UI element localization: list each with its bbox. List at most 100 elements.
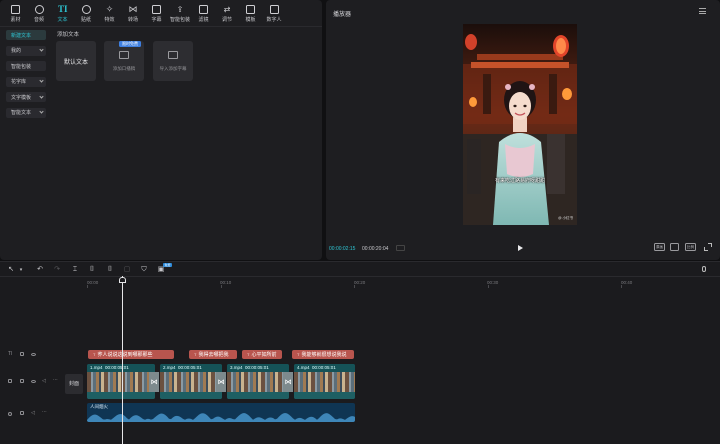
audio-clip[interactable]: 人间烟火 (87, 403, 355, 422)
transition-icon[interactable]: ⋈ (283, 372, 293, 392)
split-left-icon[interactable]: ⌷ (88, 266, 96, 274)
category-text-template[interactable]: 文字模板 (6, 92, 46, 102)
tab-text[interactable]: TI 文本 (51, 3, 74, 25)
delete-icon[interactable]: ▢ (123, 266, 131, 274)
tab-sticker[interactable]: 贴纸 (75, 3, 98, 25)
current-time: 00:00:02:15 (329, 246, 356, 252)
microphone-icon[interactable] (702, 266, 706, 272)
default-text-card[interactable]: 默认文本 (56, 41, 96, 81)
tab-effects[interactable]: ✧ 特效 (98, 3, 121, 25)
clip-duration: 00:00:05:01 (105, 365, 129, 370)
clip-thumbnails (160, 372, 222, 392)
tab-transition[interactable]: ⋈ 转场 (122, 3, 145, 25)
play-button[interactable] (518, 245, 523, 251)
video-clip[interactable]: 3.mp4 00:00:05:01 (227, 364, 289, 399)
folder-icon (168, 51, 178, 59)
script-template-card[interactable]: 添加口播稿 (104, 41, 144, 81)
cover-button[interactable]: 封面 (65, 374, 83, 394)
tab-audio[interactable]: 音频 (28, 3, 51, 25)
video-caption: 有来吃过路易府呀甜甜 (494, 178, 545, 184)
chevron-down-icon[interactable]: ▾ (17, 266, 25, 274)
import-subtitle-card[interactable]: 导入添加字幕 (153, 41, 193, 81)
text-clip[interactable]: 我能够就很想说我说 (292, 350, 354, 359)
document-icon (119, 51, 129, 59)
playhead[interactable] (122, 276, 123, 444)
total-duration: 00:00:20:04 (362, 246, 389, 252)
sticker-icon (81, 5, 91, 14)
shield-icon[interactable]: ⛉ (140, 266, 148, 274)
time-ruler[interactable]: 00:00 00:10 00:20 00:30 00:40 (87, 277, 720, 289)
video-track-icon (8, 379, 12, 383)
select-tool-icon[interactable]: ↖ (7, 266, 15, 274)
tab-digital-human[interactable]: 数字人 (263, 3, 286, 25)
tab-filter[interactable]: 滤镜 (192, 3, 215, 25)
tab-smart-pack[interactable]: ⇪ 智能包装 (169, 3, 192, 25)
video-clip[interactable]: 4.mp4 00:00:05:01 (294, 364, 355, 399)
video-track: 1.mp4 00:00:05:01 ⋈ 2.mp4 00:00:05:01 ⋈ … (87, 364, 355, 399)
text-clip[interactable]: 荞人说说这说到哪那那些 (88, 350, 174, 359)
chevron-down-icon (39, 78, 44, 83)
category-mine[interactable]: 我的 (6, 45, 46, 56)
ruler-label: 00:00 (87, 280, 99, 285)
video-preview[interactable]: 有来吃过路易府呀甜甜 @ 小红书 (463, 24, 577, 225)
section-title: 添加文本 (57, 32, 80, 38)
audio-label: 人间烟火 (90, 404, 108, 409)
text-clip[interactable]: 我得去哪把我 (189, 350, 237, 359)
clip-thumbnails (227, 372, 289, 392)
undo-icon[interactable]: ↶ (36, 266, 44, 274)
split-icon[interactable]: ⌶ (71, 266, 79, 274)
player-title: 播放器 (333, 12, 352, 18)
lock-icon[interactable] (20, 411, 24, 415)
focus-icon[interactable] (670, 243, 679, 251)
more-icon[interactable]: ⋯ (42, 409, 47, 415)
filter-icon (199, 5, 208, 14)
tab-media[interactable]: 素材 (4, 3, 27, 25)
menu-icon[interactable] (699, 8, 706, 14)
category-fancy-text[interactable]: 花字库 (6, 76, 46, 87)
clip-name: 1.mp4 (90, 365, 103, 370)
smart-tool-icon[interactable]: ▣ (157, 266, 165, 274)
transition-icon[interactable]: ⋈ (149, 372, 159, 392)
ratio-button[interactable]: 比例 (685, 243, 696, 251)
clip-name: 4.mp4 (297, 365, 310, 370)
template-icon (246, 5, 255, 14)
more-icon[interactable]: ⋯ (53, 377, 58, 383)
category-new-text[interactable]: 新建文本 (6, 30, 46, 40)
ruler-label: 00:10 (220, 280, 232, 285)
mute-icon[interactable]: ◁ (31, 410, 35, 416)
playhead-handle[interactable] (119, 277, 126, 283)
timecode-toggle[interactable] (396, 245, 405, 251)
split-right-icon[interactable]: ⌷ (106, 266, 114, 274)
text-categories: 新建文本 我的 智能包装 花字库 文字模板 智能文本 (6, 30, 46, 123)
player-panel: 播放器 有来吃过路易府呀甜甜 @ 小红书 00:00:02:15 00:00:2… (326, 0, 720, 260)
materials-panel: 素材 音频 TI 文本 贴纸 ✧ 特效 ⋈ 转场 字幕 ⇪ 智能包装 滤镜 ⇄ … (0, 0, 322, 260)
lock-icon[interactable] (20, 352, 24, 356)
tab-template[interactable]: 模板 (239, 3, 262, 25)
mute-icon[interactable]: ◁ (42, 378, 46, 384)
clip-duration: 00:00:05:01 (312, 365, 336, 370)
category-smart-pack[interactable]: 智能包装 (6, 61, 46, 71)
digital-human-icon (269, 5, 279, 14)
default-text-label: 默认文本 (63, 59, 88, 66)
video-clip[interactable]: 1.mp4 00:00:05:01 (87, 364, 155, 399)
transition-icon: ⋈ (128, 4, 138, 14)
category-smart-text[interactable]: 智能文本 (6, 107, 46, 118)
lock-icon[interactable] (20, 379, 24, 383)
ruler-label: 00:40 (621, 280, 633, 285)
text-clip[interactable]: 心平如所前 (242, 350, 282, 359)
redo-icon[interactable]: ↷ (53, 266, 61, 274)
transition-icon[interactable]: ⋈ (216, 372, 226, 392)
quality-button[interactable]: 原画 (654, 243, 665, 251)
video-clip[interactable]: 2.mp4 00:00:05:01 (160, 364, 222, 399)
ruler-label: 00:20 (354, 280, 366, 285)
clip-duration: 00:00:05:01 (178, 365, 202, 370)
fullscreen-icon[interactable] (704, 243, 712, 251)
clip-thumbnails (294, 372, 355, 392)
eye-icon[interactable] (31, 380, 36, 383)
track-headers: TI ◁ ⋯ 封面 ◁ ⋯ (0, 289, 86, 444)
tab-adjust[interactable]: ⇄ 调节 (216, 3, 239, 25)
eye-icon[interactable] (31, 353, 36, 356)
tab-subtitle[interactable]: 字幕 (145, 3, 168, 25)
adjust-icon: ⇄ (223, 5, 231, 14)
ruler-label: 00:30 (487, 280, 499, 285)
